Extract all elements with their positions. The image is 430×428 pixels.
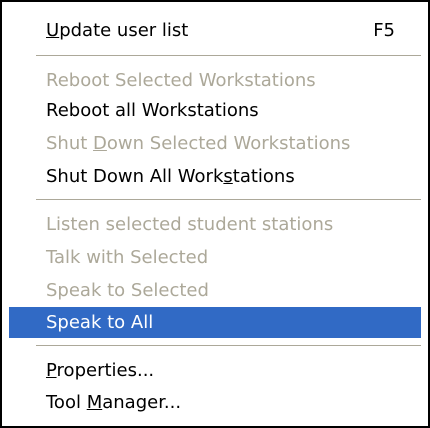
mnemonic: U <box>46 20 60 41</box>
menu-item-label: Tool Manager... <box>46 392 182 413</box>
menu-item-listen-selected: Listen selected student stations <box>9 210 421 240</box>
menu-separator <box>36 199 421 201</box>
menu-item-tool-manager[interactable]: Tool Manager... <box>9 388 421 418</box>
menu-item-label: Properties... <box>46 360 155 381</box>
menu-item-label: Shut Down Selected Workstations <box>46 133 351 154</box>
mnemonic: P <box>46 360 57 381</box>
menu-item-update-user-list[interactable]: Update user list F5 <box>9 16 421 46</box>
menu-separator <box>36 55 421 57</box>
menu-item-label: Talk with Selected <box>46 247 209 268</box>
menu-item-properties[interactable]: Properties... <box>9 356 421 386</box>
context-menu: Update user list F5 Reboot Selected Work… <box>0 0 430 428</box>
menu-item-reboot-all[interactable]: Reboot all Workstations <box>9 96 421 126</box>
menu-item-shutdown-all[interactable]: Shut Down All Workstations <box>9 162 421 192</box>
menu-item-speak-all[interactable]: Speak to All <box>9 307 421 338</box>
menu-items-container: Update user list F5 Reboot Selected Work… <box>9 9 421 419</box>
menu-separator <box>36 345 421 347</box>
mnemonic: D <box>93 133 107 154</box>
menu-item-shutdown-selected: Shut Down Selected Workstations <box>9 129 421 159</box>
menu-item-label: Reboot Selected Workstations <box>46 70 316 91</box>
menu-item-label: Update user list <box>46 20 189 41</box>
shortcut-label: F5 <box>373 20 395 41</box>
menu-item-label: Listen selected student stations <box>46 214 334 235</box>
menu-item-label: Shut Down All Workstations <box>46 166 295 187</box>
menu-item-label: Speak to All <box>46 312 154 333</box>
menu-item-speak-selected: Speak to Selected <box>9 276 421 306</box>
menu-item-reboot-selected: Reboot Selected Workstations <box>9 66 421 96</box>
menu-item-label: Reboot all Workstations <box>46 100 259 121</box>
mnemonic: M <box>86 392 103 413</box>
menu-item-label: Speak to Selected <box>46 280 209 301</box>
menu-item-talk-selected: Talk with Selected <box>9 243 421 273</box>
mnemonic: s <box>223 166 233 187</box>
